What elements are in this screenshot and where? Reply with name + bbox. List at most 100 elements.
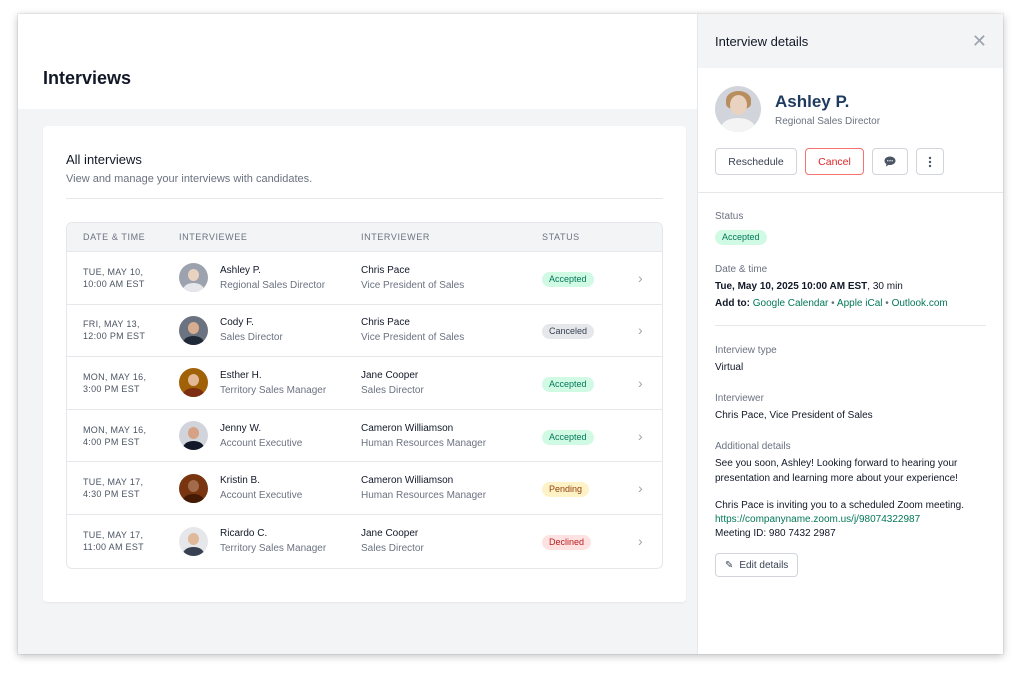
chevron-right-icon[interactable]: › — [622, 322, 662, 338]
row-date-day: TUE, MAY 10, — [83, 266, 144, 277]
interviewer-role: Sales Director — [361, 543, 424, 555]
row-date-day: MON, MAY 16, — [83, 371, 147, 382]
close-icon[interactable]: ✕ — [972, 32, 987, 50]
details-text: See you soon, Ashley! Looking forward to… — [715, 458, 958, 484]
datetime-value: Tue, May 10, 2025 10:00 AM EST — [715, 281, 868, 292]
pencil-icon: ✎ — [725, 559, 734, 571]
row-date-time: 4:30 PM EST — [83, 489, 140, 500]
row-interviewee: Kristin B. Account Executive — [179, 473, 361, 503]
row-date: FRI, MAY 13, 12:00 PM EST — [67, 318, 179, 342]
page-title: Interviews — [43, 68, 132, 88]
row-interviewer: Chris Pace Vice President of Sales — [361, 265, 542, 291]
chevron-right-icon[interactable]: › — [622, 375, 662, 391]
status-section: Status Accepted — [698, 193, 1003, 245]
main-area: Interviews All interviews View and manag… — [18, 14, 697, 654]
status-badge: Accepted — [542, 376, 594, 392]
row-date-time: 3:00 PM EST — [83, 383, 140, 394]
row-interviewer: Cameron Williamson Human Resources Manag… — [361, 475, 542, 501]
table-row[interactable]: FRI, MAY 13, 12:00 PM EST Cody F. Sales … — [67, 305, 662, 358]
avatar — [179, 526, 208, 556]
interviewee-name: Cody F. — [220, 317, 254, 329]
edit-details-button[interactable]: ✎ Edit details — [715, 553, 799, 577]
panel-header: Interview details ✕ — [698, 14, 1003, 68]
status-badge: Accepted — [542, 429, 594, 445]
row-date-day: MON, MAY 16, — [83, 424, 147, 435]
interviewer-name: Chris Pace — [361, 317, 410, 329]
status-label: Status — [715, 211, 744, 222]
row-status: Accepted — [542, 427, 622, 445]
card-subtitle: View and manage your interviews with can… — [66, 173, 313, 185]
avatar — [715, 86, 761, 132]
interviewee-role: Territory Sales Manager — [220, 543, 327, 555]
chevron-right-icon[interactable]: › — [622, 428, 662, 444]
header-interviewee[interactable]: INTERVIEWEE — [179, 232, 361, 242]
row-status: Canceled — [542, 321, 622, 340]
candidate-profile: Ashley P. Regional Sales Director — [698, 68, 1003, 132]
interviewee-name: Ricardo C. — [220, 528, 268, 540]
card-title: All interviews — [66, 152, 142, 167]
row-date-time: 11:00 AM EST — [83, 542, 144, 553]
status-badge: Accepted — [542, 271, 594, 287]
table-row[interactable]: TUE, MAY 17, 4:30 PM EST Kristin B. Acco… — [67, 462, 662, 515]
datetime-section: Date & time Tue, May 10, 2025 10:00 AM E… — [698, 245, 1003, 309]
chevron-right-icon[interactable]: › — [622, 270, 662, 286]
chevron-right-icon[interactable]: › — [622, 480, 662, 496]
meeting-id: Meeting ID: 980 7432 2987 — [715, 528, 836, 539]
table-row[interactable]: MON, MAY 16, 4:00 PM EST Jenny W. Accoun… — [67, 410, 662, 463]
app-window: Interviews All interviews View and manag… — [18, 14, 1003, 654]
header-status[interactable]: STATUS — [542, 232, 622, 242]
google-calendar-link[interactable]: Google Calendar — [753, 298, 829, 309]
chevron-right-icon[interactable]: › — [622, 533, 662, 549]
header-date[interactable]: DATE & TIME — [67, 232, 179, 242]
interviewee-name: Esther H. — [220, 369, 262, 381]
interviews-table: DATE & TIME INTERVIEWEE INTERVIEWER STAT… — [66, 222, 663, 569]
panel-title: Interview details — [715, 33, 809, 49]
table-row[interactable]: TUE, MAY 17, 11:00 AM EST Ricardo C. Ter… — [67, 515, 662, 568]
table-header: DATE & TIME INTERVIEWEE INTERVIEWER STAT… — [67, 223, 662, 252]
interviewer-section: Interviewer Chris Pace, Vice President o… — [698, 373, 1003, 421]
interviewer-role: Vice President of Sales — [361, 279, 465, 291]
interviewer-value: Chris Pace, Vice President of Sales — [715, 410, 873, 421]
row-date-time: 12:00 PM EST — [83, 331, 146, 342]
status-badge: Canceled — [542, 324, 595, 340]
outlook-link[interactable]: Outlook.com — [892, 298, 948, 309]
avatar — [179, 421, 208, 451]
table-row[interactable]: MON, MAY 16, 3:00 PM EST Esther H. Terri… — [67, 357, 662, 410]
apple-ical-link[interactable]: Apple iCal — [837, 298, 883, 309]
details-label: Additional details — [715, 441, 791, 452]
candidate-name: Ashley P. — [775, 91, 850, 111]
avatar — [179, 315, 208, 345]
interviewee-role: Account Executive — [220, 437, 303, 449]
status-badge: Pending — [542, 482, 590, 498]
interviewer-name: Cameron Williamson — [361, 422, 454, 434]
row-interviewee: Cody F. Sales Director — [179, 315, 361, 345]
row-interviewee: Jenny W. Account Executive — [179, 421, 361, 451]
interviewee-role: Regional Sales Director — [220, 279, 326, 291]
interviewer-role: Sales Director — [361, 384, 424, 396]
interview-details-panel: Interview details ✕ Ashley P. Regional S… — [697, 14, 1003, 654]
interviewee-name: Ashley P. — [220, 264, 261, 276]
more-options-icon[interactable] — [916, 148, 944, 175]
row-interviewee: Esther H. Territory Sales Manager — [179, 368, 361, 398]
row-interviewer: Jane Cooper Sales Director — [361, 528, 542, 554]
avatar — [179, 263, 208, 293]
row-date: TUE, MAY 10, 10:00 AM EST — [67, 266, 179, 290]
cancel-button[interactable]: Cancel — [805, 148, 864, 175]
interviewee-role: Territory Sales Manager — [220, 384, 327, 396]
zoom-invite-text: Chris Pace is inviting you to a schedule… — [715, 500, 965, 511]
row-date-day: TUE, MAY 17, — [83, 530, 144, 541]
zoom-link[interactable]: https://companyname.zoom.us/j/9807432298… — [715, 514, 986, 525]
status-badge: Accepted — [715, 230, 767, 245]
row-date: MON, MAY 16, 4:00 PM EST — [67, 424, 179, 448]
row-interviewee: Ashley P. Regional Sales Director — [179, 263, 361, 293]
row-status: Accepted — [542, 374, 622, 392]
interviewee-role: Sales Director — [220, 332, 283, 344]
header-interviewer[interactable]: INTERVIEWER — [361, 232, 542, 242]
reschedule-button[interactable]: Reschedule — [715, 148, 797, 175]
message-icon[interactable] — [872, 148, 908, 175]
type-section: Interview type Virtual — [698, 326, 1003, 373]
row-status: Pending — [542, 479, 622, 498]
row-status: Declined — [542, 532, 622, 551]
interviewer-name: Jane Cooper — [361, 528, 419, 540]
table-row[interactable]: TUE, MAY 10, 10:00 AM EST Ashley P. Regi… — [67, 252, 662, 305]
